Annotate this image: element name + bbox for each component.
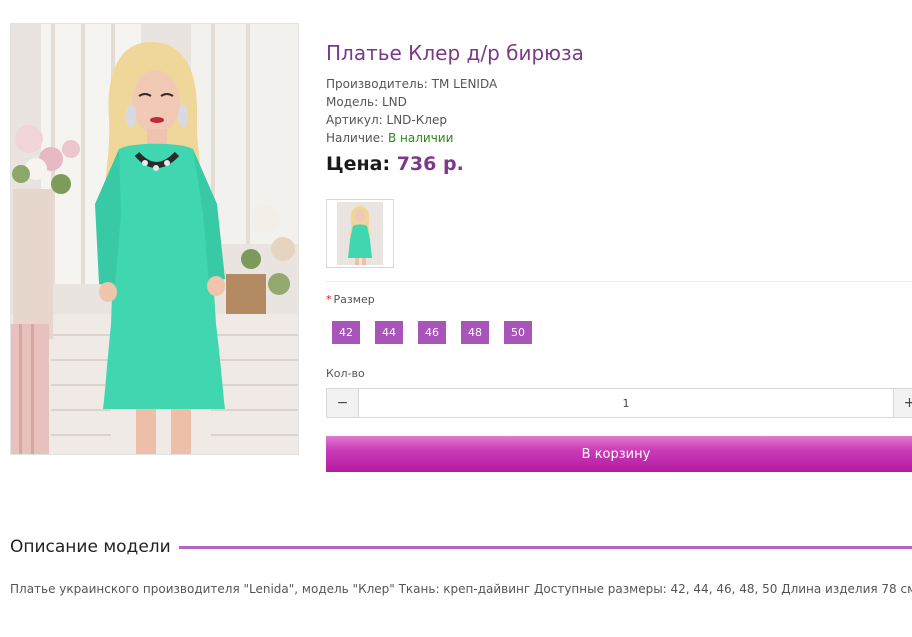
size-option-50[interactable]: 50 xyxy=(504,321,532,344)
sku-label: Артикул: xyxy=(326,113,383,127)
model-row: Модель: LND xyxy=(326,93,497,111)
divider xyxy=(326,281,912,282)
availability-value: В наличии xyxy=(388,131,454,145)
plus-icon: + xyxy=(903,395,912,411)
manufacturer-label: Производитель: xyxy=(326,77,428,91)
size-option-48[interactable]: 48 xyxy=(461,321,489,344)
size-option-44[interactable]: 44 xyxy=(375,321,403,344)
product-main-image[interactable] xyxy=(10,23,299,455)
price: Цена: 736 р. xyxy=(326,153,464,175)
size-options: 42 44 46 48 50 xyxy=(332,321,532,344)
thumbnail-photo xyxy=(327,200,393,267)
manufacturer-row: Производитель: TM LENIDA xyxy=(326,75,497,93)
model-label: Модель: xyxy=(326,95,379,109)
price-value: 736 р. xyxy=(396,153,464,175)
size-label-text: Размер xyxy=(333,293,375,306)
required-mark: * xyxy=(326,293,332,306)
quantity-increase-button[interactable]: + xyxy=(893,389,912,417)
quantity-decrease-button[interactable]: − xyxy=(327,389,359,417)
product-photo xyxy=(11,24,298,454)
quantity-input[interactable] xyxy=(359,389,893,417)
size-option-46[interactable]: 46 xyxy=(418,321,446,344)
sku-value: LND-Клер xyxy=(386,113,447,127)
size-option-42[interactable]: 42 xyxy=(332,321,360,344)
quantity-stepper: − + xyxy=(326,388,912,418)
model-value: LND xyxy=(382,95,407,109)
size-option-label: * Размер xyxy=(326,293,375,306)
price-label: Цена: xyxy=(326,153,391,175)
add-to-cart-button[interactable]: В корзину xyxy=(326,436,912,472)
minus-icon: − xyxy=(336,395,349,411)
product-thumbnail[interactable] xyxy=(326,199,394,268)
description-text: Платье украинского производителя "Lenida… xyxy=(10,582,912,596)
description-heading-line xyxy=(178,545,912,549)
availability-row: Наличие: В наличии xyxy=(326,129,497,147)
sku-row: Артикул: LND-Клер xyxy=(326,111,497,129)
product-info: Производитель: TM LENIDA Модель: LND Арт… xyxy=(326,75,497,147)
availability-label: Наличие: xyxy=(326,131,385,145)
product-title: Платье Клер д/р бирюза xyxy=(326,41,584,65)
manufacturer-value: TM LENIDA xyxy=(431,77,498,91)
quantity-label: Кол-во xyxy=(326,367,365,380)
description-heading: Описание модели xyxy=(10,537,912,557)
description-title: Описание модели xyxy=(10,537,171,557)
